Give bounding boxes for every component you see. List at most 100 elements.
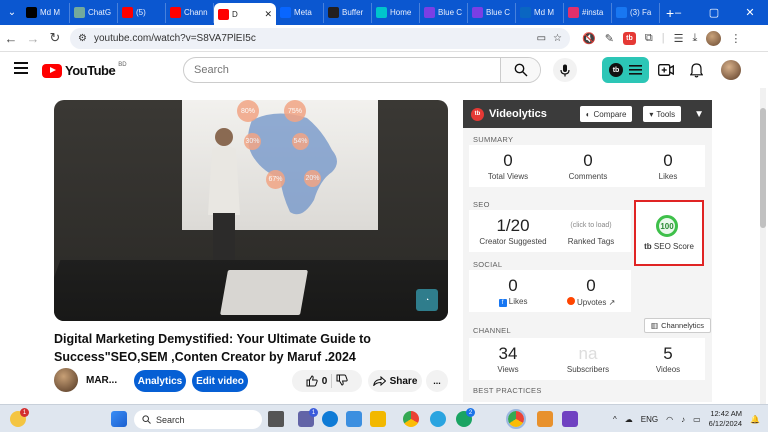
windows-start-icon[interactable]	[111, 411, 127, 427]
site-settings-icon[interactable]: ⚙	[78, 33, 87, 44]
mail-icon[interactable]	[346, 411, 362, 427]
scrollbar-thumb[interactable]	[760, 108, 766, 228]
close-window-icon[interactable]: ✕	[732, 6, 768, 19]
profile-avatar[interactable]	[706, 30, 722, 46]
language-indicator[interactable]: ENG	[641, 415, 658, 424]
app-icon-1[interactable]	[537, 411, 553, 427]
browser-tab[interactable]: Md M	[22, 2, 70, 23]
external-link-icon[interactable]: ↗	[609, 298, 616, 307]
like-button[interactable]: 0	[306, 375, 327, 387]
tab-search-dropdown[interactable]: ⌄	[2, 4, 22, 22]
widget-badge: 1	[20, 408, 29, 417]
create-video-icon[interactable]	[657, 61, 675, 79]
browser-tab[interactable]: Chann	[166, 2, 214, 23]
notifications-bell-icon[interactable]	[687, 61, 705, 79]
search-input[interactable]	[184, 58, 500, 82]
chrome-icon[interactable]	[403, 411, 419, 427]
file-explorer-icon[interactable]	[370, 411, 386, 427]
more-actions-button[interactable]: ...	[426, 370, 448, 392]
channelytics-button[interactable]: ▥ Channelytics	[644, 318, 712, 333]
edge-icon[interactable]	[322, 411, 338, 427]
telegram-badge: 2	[466, 408, 475, 417]
creator-suggested-label: Creator Suggested	[479, 237, 547, 246]
browser-tab[interactable]: Buffer	[324, 2, 372, 23]
menu-lines-icon	[629, 65, 642, 75]
channel-watermark-icon[interactable]: ◔	[416, 289, 438, 311]
browser-tab[interactable]: #insta	[564, 2, 612, 23]
app-icon-2[interactable]	[562, 411, 578, 427]
browser-tab[interactable]: Blue C	[420, 2, 468, 23]
browser-tab[interactable]: ChatG	[70, 2, 118, 23]
browser-menu-icon[interactable]: ⋮	[730, 32, 741, 45]
browser-tab[interactable]: (5)	[118, 2, 166, 23]
upvotes-value: 0	[586, 276, 596, 295]
search-button[interactable]	[500, 58, 540, 82]
edit-video-button[interactable]: Edit video	[192, 370, 248, 392]
taskbar-search[interactable]: Search	[134, 410, 262, 429]
reading-list-icon[interactable]: ☰	[674, 32, 684, 45]
reload-icon[interactable]: ↻	[44, 30, 66, 46]
notification-bell-icon[interactable]: 🔔	[750, 415, 760, 424]
task-view-icon[interactable]	[268, 411, 284, 427]
browser-tab[interactable]: D ✕	[214, 3, 276, 25]
browser-tab[interactable]: (3) Fa	[612, 2, 660, 23]
voice-search-button[interactable]	[553, 58, 577, 82]
wifi-icon[interactable]: ◠	[666, 415, 673, 424]
extensions-puzzle-icon[interactable]: ⧉	[645, 32, 653, 45]
minimize-icon[interactable]: –	[660, 7, 696, 19]
youtube-icon	[122, 7, 133, 18]
youtube-logo[interactable]: YouTube BD	[42, 62, 127, 78]
analytics-button[interactable]: Analytics	[134, 370, 186, 392]
battery-icon[interactable]: ▭	[693, 415, 701, 424]
video-title: Digital Marketing Demystified: Your Ulti…	[54, 332, 371, 364]
bookmark-star-icon[interactable]: ☆	[553, 33, 562, 44]
ranked-tags-hint[interactable]: (click to load)	[553, 216, 629, 236]
dislike-button[interactable]	[336, 374, 348, 389]
forward-icon[interactable]: →	[22, 31, 44, 46]
maximize-icon[interactable]: ▢	[696, 6, 732, 19]
telegram-icon[interactable]	[430, 411, 446, 427]
channel-avatar[interactable]	[54, 368, 78, 392]
compare-button[interactable]: ◐ Compare	[579, 106, 633, 122]
url-text[interactable]: youtube.com/watch?v=S8VA7PlEI5c	[94, 33, 530, 44]
window-controls: – ▢ ✕	[660, 0, 768, 25]
ranked-tags-stat[interactable]: (click to load) Ranked Tags	[553, 216, 629, 246]
account-avatar[interactable]	[721, 60, 741, 80]
tab-label: Blue C	[486, 8, 511, 17]
mute-tab-icon[interactable]: 🔇	[582, 32, 596, 45]
tools-button[interactable]: ▾ Tools	[643, 106, 682, 122]
collapse-panel-icon[interactable]: ▼	[694, 109, 704, 120]
browser-tab[interactable]: Blue C	[468, 2, 516, 23]
browser-tab[interactable]: Md M	[516, 2, 564, 23]
seo-score-box[interactable]: 100 tb SEO Score	[634, 200, 704, 266]
share-button[interactable]: Share	[368, 370, 422, 392]
facebook-likes-stat: 0f Likes	[473, 276, 553, 307]
page-scrollbar[interactable]	[760, 88, 766, 404]
browser-tab[interactable]: Meta	[276, 2, 324, 23]
volume-icon[interactable]: ♪	[681, 415, 685, 424]
clock[interactable]: 12:42 AM 6/12/2024	[709, 409, 742, 429]
subscribers-value: na	[578, 344, 598, 363]
chrome-active-icon[interactable]	[506, 409, 526, 429]
videolytics-extension-icon[interactable]: tb	[622, 31, 636, 45]
browser-tab[interactable]: Home	[372, 2, 420, 23]
close-tab-icon[interactable]: ✕	[264, 9, 272, 20]
video-player[interactable]: 80% 75% 30% 54% 67% 20% ◔	[54, 100, 448, 321]
address-bar[interactable]: ⚙ youtube.com/watch?v=S8VA7PlEI5c ▭ ☆	[70, 27, 570, 49]
videolytics-toggle-button[interactable]: tb	[602, 57, 649, 83]
show-hidden-icons[interactable]: ^	[613, 415, 617, 424]
channel-name[interactable]: MAR...	[86, 375, 117, 386]
likes-stat: 0 Likes	[637, 151, 699, 181]
back-icon[interactable]: ←	[0, 31, 22, 46]
eyedropper-icon[interactable]: ✎	[605, 32, 614, 45]
map-percentage-bubble: 30%	[244, 133, 261, 150]
creator-suggested-value: 1/20	[496, 216, 530, 235]
seo-tb-icon: tb	[644, 242, 652, 251]
cast-icon[interactable]: ▭	[537, 33, 546, 44]
download-icon[interactable]: ⤓	[693, 32, 698, 45]
browser-tab-strip: ⌄ Md M ChatG (5) Chann D ✕ Meta Buffer Home Blue …	[0, 0, 768, 25]
onedrive-icon[interactable]: ☁	[625, 415, 633, 424]
browser-toolbar: ← → ↻ ⚙ youtube.com/watch?v=S8VA7PlEI5c …	[0, 25, 768, 52]
tab-label: Blue C	[438, 8, 463, 17]
hamburger-menu-icon[interactable]	[14, 62, 28, 77]
